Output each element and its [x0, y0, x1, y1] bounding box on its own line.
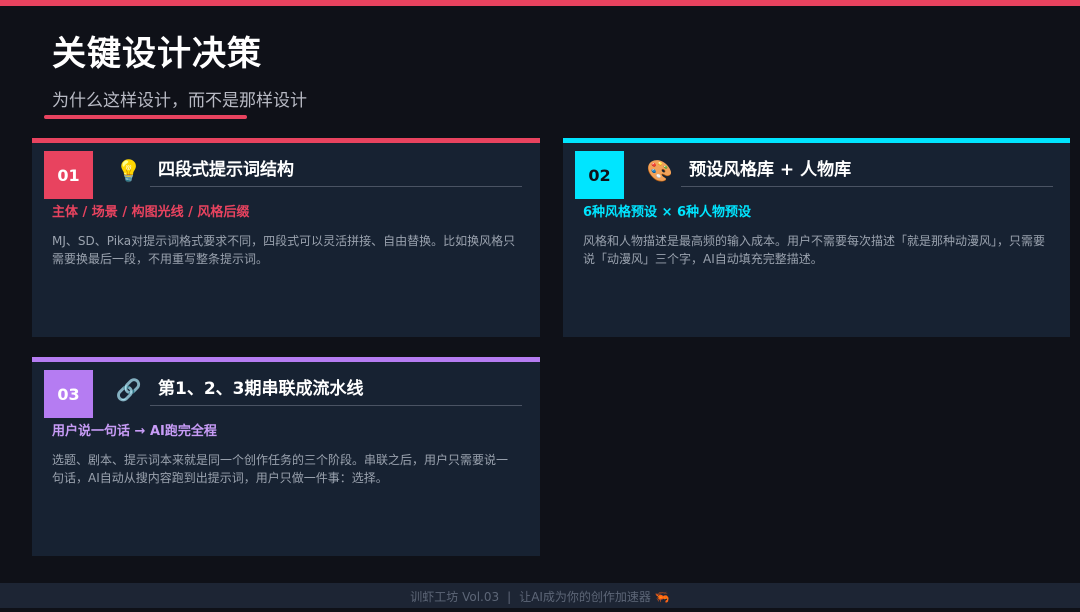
footer-bar: 训虾工坊 Vol.03 | 让AI成为你的创作加速器 🦐	[0, 583, 1080, 608]
slide-title: 关键设计决策	[52, 34, 262, 74]
lightbulb-icon: 💡	[115, 159, 143, 183]
shrimp-icon: 🦐	[654, 590, 670, 604]
card-tag: 6种风格预设 × 6种人物预设	[583, 205, 752, 220]
card-title: 四段式提示词结构	[158, 160, 294, 180]
card-number-badge: 03	[44, 370, 93, 418]
card-accent-bar	[563, 138, 1070, 143]
card-title: 预设风格库 + 人物库	[689, 160, 852, 180]
footer-brand: 训虾工坊 Vol.03	[410, 590, 500, 604]
slide-subtitle: 为什么这样设计，而不是那样设计	[52, 91, 307, 111]
card-accent-bar	[32, 357, 540, 362]
link-icon: 🔗	[115, 378, 143, 402]
card-title-divider	[150, 186, 522, 187]
card-number-badge: 01	[44, 151, 93, 199]
card-description: 风格和人物描述是最高频的输入成本。用户不需要每次描述「就是那种动漫风」，只需要说…	[583, 234, 1046, 266]
card-tag: 主体 / 场景 / 构图光线 / 风格后缀	[52, 205, 250, 220]
decision-card-1: 01 💡 四段式提示词结构 主体 / 场景 / 构图光线 / 风格后缀 MJ、S…	[32, 138, 540, 337]
top-accent-bar	[0, 0, 1080, 6]
card-title: 第1、2、3期串联成流水线	[158, 379, 364, 399]
card-number-badge: 02	[575, 151, 624, 199]
card-title-divider	[150, 405, 522, 406]
decision-card-3: 03 🔗 第1、2、3期串联成流水线 用户说一句话 → AI跑完全程 选题、剧本…	[32, 357, 540, 556]
card-accent-bar	[32, 138, 540, 143]
card-tag: 用户说一句话 → AI跑完全程	[52, 424, 217, 439]
card-title-divider	[681, 186, 1053, 187]
subtitle-underline	[44, 115, 247, 119]
palette-icon: 🎨	[646, 159, 674, 183]
card-description: MJ、SD、Pika对提示词格式要求不同，四段式可以灵活拼接、自由替换。比如换风…	[52, 234, 516, 266]
card-description: 选题、剧本、提示词本来就是同一个创作任务的三个阶段。串联之后，用户只需要说一句话…	[52, 453, 509, 485]
decision-card-2: 02 🎨 预设风格库 + 人物库 6种风格预设 × 6种人物预设 风格和人物描述…	[563, 138, 1070, 337]
footer-divider: |	[507, 590, 512, 604]
footer-slogan: 让AI成为你的创作加速器	[519, 590, 651, 604]
